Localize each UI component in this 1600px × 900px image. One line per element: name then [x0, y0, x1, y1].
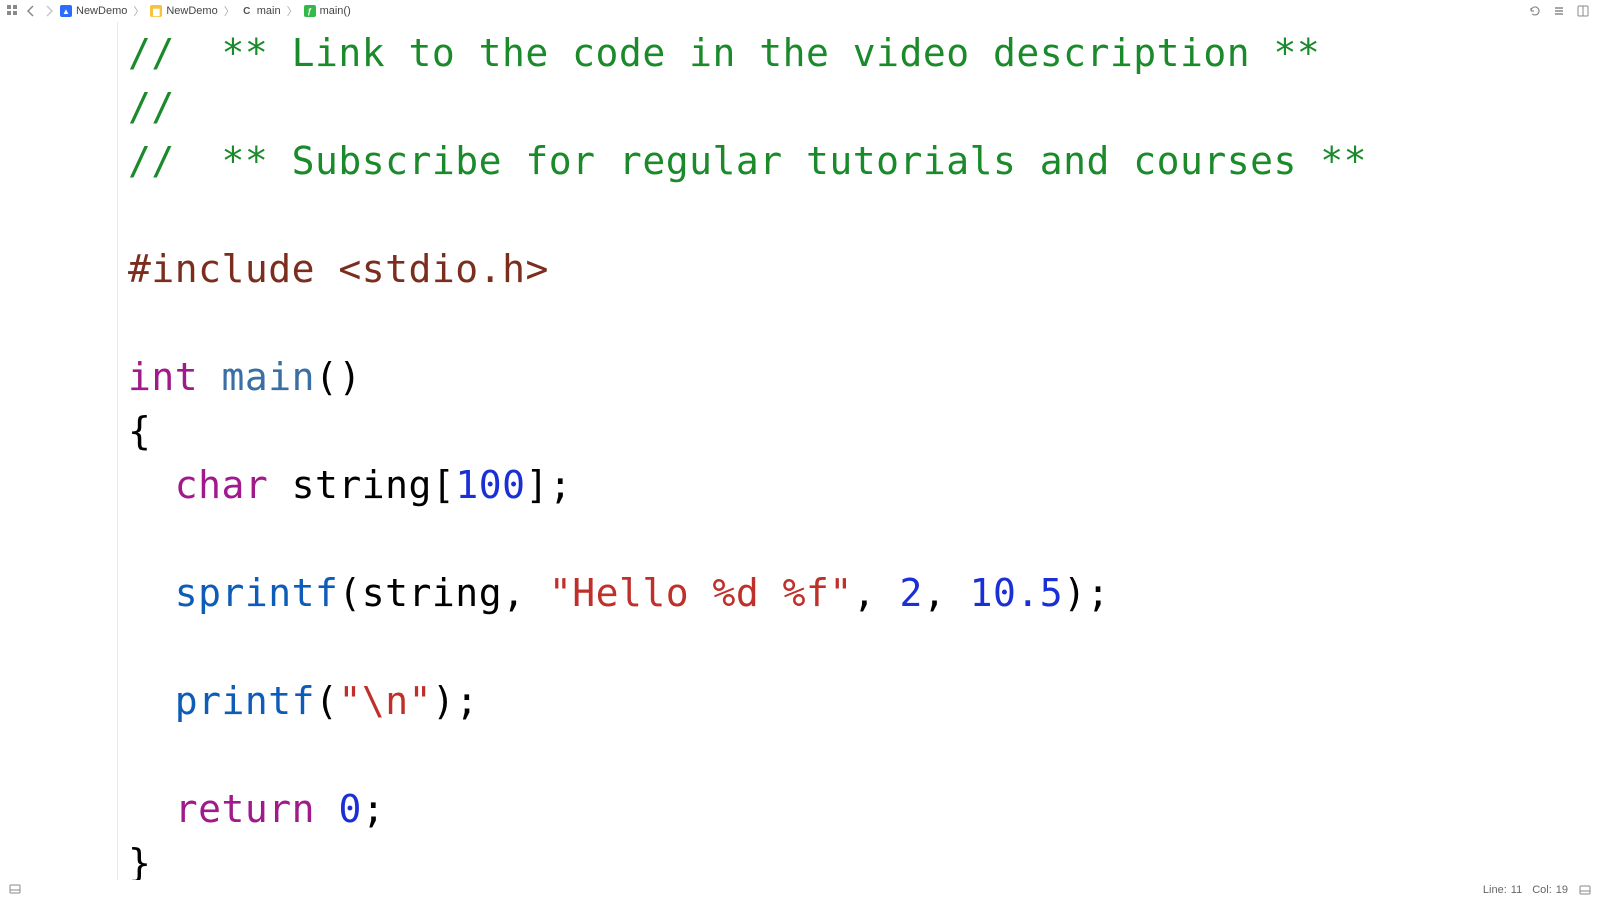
breadcrumb-file[interactable]: C main [241, 5, 281, 17]
function-icon: ƒ [304, 5, 316, 17]
punct: , [923, 571, 970, 615]
punct: ]; [525, 463, 572, 507]
nav-forward-icon[interactable] [42, 4, 56, 18]
status-col-label: Col: [1532, 884, 1552, 896]
parens: () [315, 355, 362, 399]
number-literal: 0 [338, 787, 361, 831]
line-number-gutter [0, 22, 118, 880]
refresh-icon[interactable] [1528, 4, 1542, 18]
punct: ); [1063, 571, 1110, 615]
punct: (string, [338, 571, 548, 615]
function-call: printf [175, 679, 315, 723]
punct: ( [315, 679, 338, 723]
comment-line: // ** Subscribe for regular tutorials an… [128, 139, 1367, 183]
chevron-right-icon: 〉 [224, 3, 235, 19]
code-editor[interactable]: // ** Link to the code in the video desc… [0, 22, 1600, 880]
breadcrumb-project[interactable]: ▲ NewDemo [60, 5, 127, 17]
status-line-label: Line: [1483, 884, 1507, 896]
breadcrumb-symbol[interactable]: ƒ main() [304, 5, 351, 17]
breadcrumb-label: NewDemo [166, 5, 217, 17]
status-bar: Line: 11 Col: 19 [0, 880, 1600, 900]
related-items-icon[interactable] [6, 4, 20, 18]
space [315, 787, 338, 831]
breadcrumb-folder[interactable]: ▆ NewDemo [150, 5, 217, 17]
add-editor-icon[interactable] [1576, 4, 1590, 18]
number-literal: 100 [455, 463, 525, 507]
c-file-icon: C [241, 6, 253, 17]
string-literal: "\n" [338, 679, 432, 723]
toggle-bottom-panel-icon[interactable] [1578, 883, 1592, 897]
include-header: <stdio.h> [338, 247, 548, 291]
breadcrumb-label: main() [320, 5, 351, 17]
status-col-value: 19 [1556, 884, 1568, 896]
comment-line: // ** Link to the code in the video desc… [128, 31, 1320, 75]
number-literal: 2 [900, 571, 923, 615]
chevron-right-icon: 〉 [287, 3, 298, 19]
function-name: main [222, 355, 316, 399]
code-area[interactable]: // ** Link to the code in the video desc… [118, 22, 1600, 880]
function-call: sprintf [175, 571, 339, 615]
number-literal: 10.5 [970, 571, 1064, 615]
keyword: return [175, 787, 315, 831]
string-literal: "Hello %d %f" [549, 571, 853, 615]
identifier: string[ [268, 463, 455, 507]
brace: } [128, 841, 151, 885]
comment-line: // [128, 85, 175, 129]
breadcrumb-label: main [257, 5, 281, 17]
breadcrumb-bar: ▲ NewDemo 〉 ▆ NewDemo 〉 C main 〉 ƒ main(… [0, 0, 1600, 22]
type-keyword: int [128, 355, 198, 399]
xcode-project-icon: ▲ [60, 5, 72, 17]
type-keyword: char [175, 463, 269, 507]
punct: ; [362, 787, 385, 831]
preprocessor-keyword: #include [128, 247, 315, 291]
chevron-right-icon: 〉 [133, 3, 144, 19]
status-line-value: 11 [1511, 884, 1522, 896]
toggle-bottom-panel-icon[interactable] [8, 882, 22, 896]
nav-back-icon[interactable] [24, 4, 38, 18]
punct: ); [432, 679, 479, 723]
list-icon[interactable] [1552, 4, 1566, 18]
folder-icon: ▆ [150, 5, 162, 17]
punct: , [853, 571, 900, 615]
brace: { [128, 409, 151, 453]
breadcrumb-label: NewDemo [76, 5, 127, 17]
